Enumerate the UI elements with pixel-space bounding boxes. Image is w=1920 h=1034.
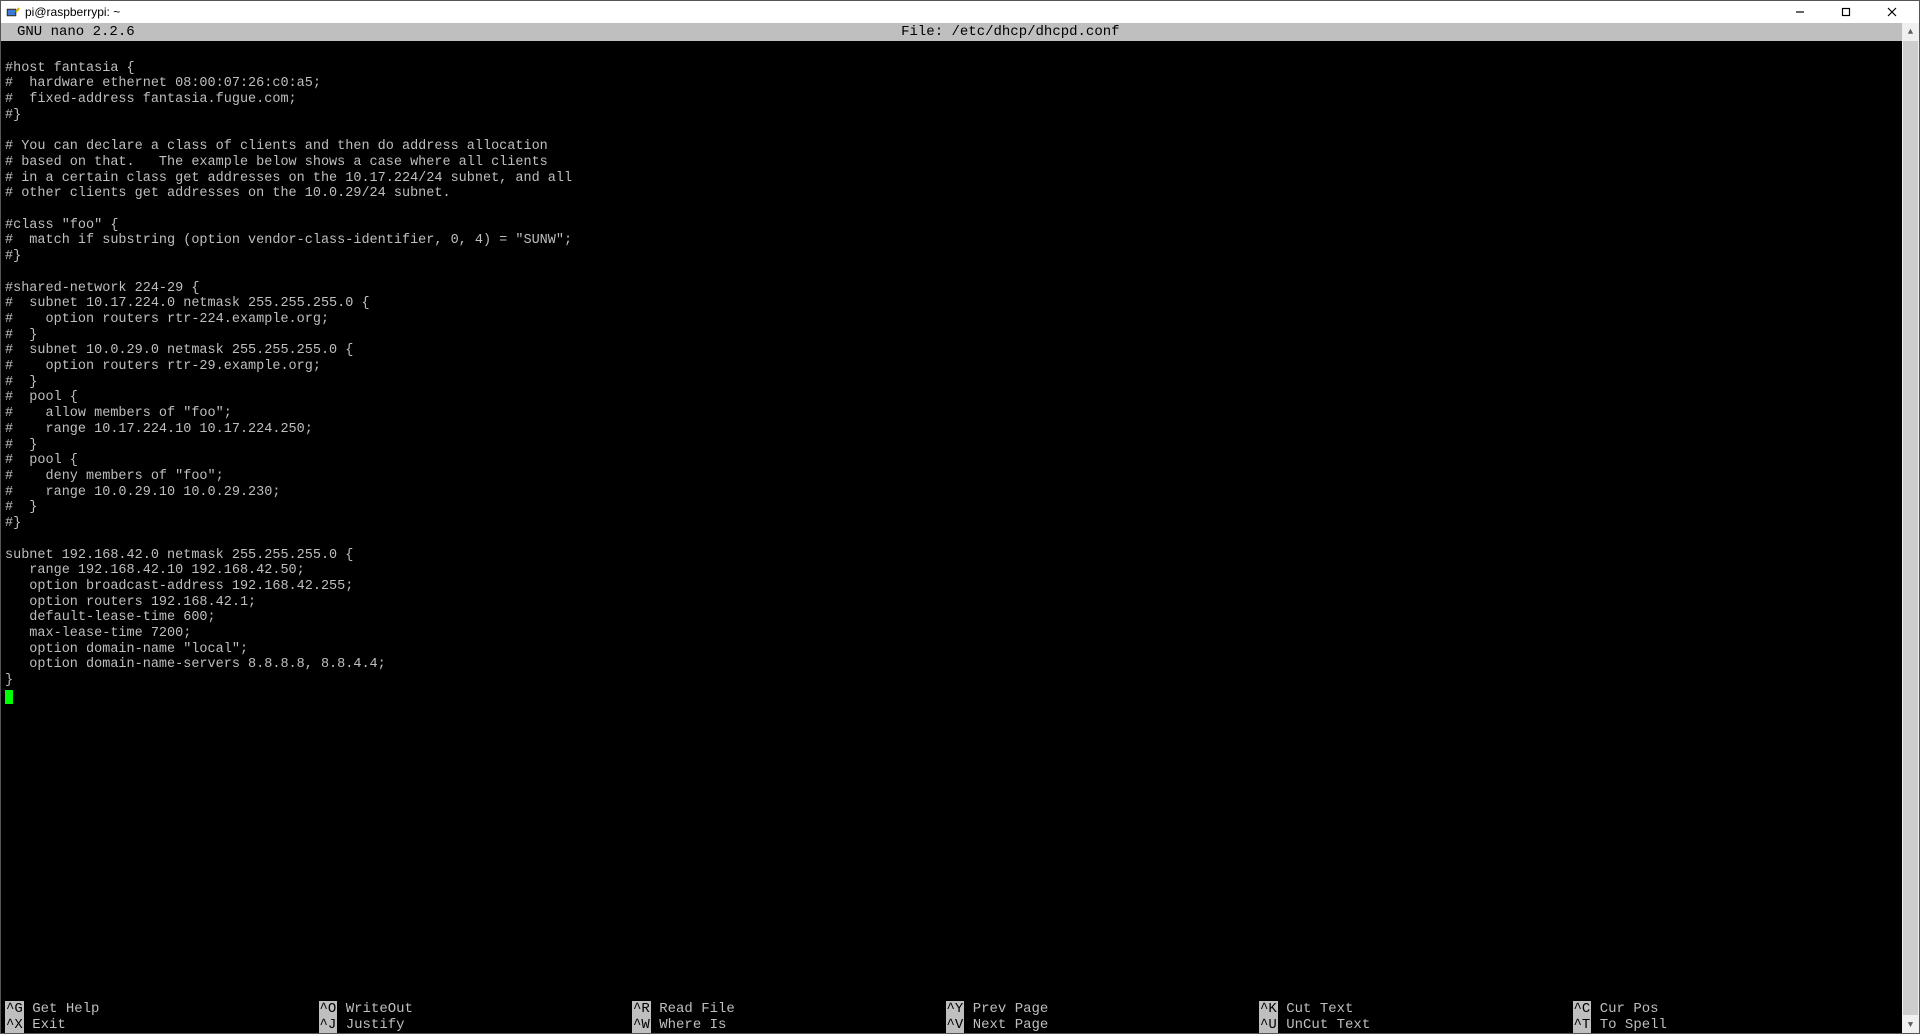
nano-shortcuts: ^G Get Help^O WriteOut^R Read File^Y Pre… (1, 1001, 1902, 1033)
minimize-button[interactable] (1777, 1, 1823, 23)
shortcut-label: Get Help (24, 1001, 100, 1017)
shortcut-key: ^C (1573, 1001, 1592, 1017)
shortcut-item: ^Y Prev Page (946, 1001, 1260, 1017)
terminal-inner: GNU nano 2.2.6 File: /etc/dhcp/dhcpd.con… (1, 23, 1902, 1033)
shortcut-key: ^J (319, 1017, 338, 1033)
terminal-area[interactable]: GNU nano 2.2.6 File: /etc/dhcp/dhcpd.con… (1, 23, 1919, 1033)
shortcut-key: ^U (1259, 1017, 1278, 1033)
shortcut-item: ^J Justify (319, 1017, 633, 1033)
cursor (5, 690, 13, 704)
shortcut-item: ^V Next Page (946, 1017, 1260, 1033)
shortcut-item: ^U UnCut Text (1259, 1017, 1573, 1033)
titlebar[interactable]: pi@raspberrypi: ~ (1, 1, 1919, 23)
shortcut-item: ^C Cur Pos (1573, 1001, 1887, 1017)
maximize-button[interactable] (1823, 1, 1869, 23)
window-frame: pi@raspberrypi: ~ GNU nano 2.2.6 File: /… (0, 0, 1920, 1034)
shortcut-key: ^R (632, 1001, 651, 1017)
shortcut-key: ^T (1573, 1017, 1592, 1033)
shortcut-key: ^Y (946, 1001, 965, 1017)
window-title: pi@raspberrypi: ~ (25, 5, 120, 19)
shortcut-label: To Spell (1591, 1017, 1667, 1033)
shortcut-label: Exit (24, 1017, 66, 1033)
shortcut-label: Read File (651, 1001, 735, 1017)
shortcut-item: ^R Read File (632, 1001, 946, 1017)
scroll-down-icon[interactable]: ▼ (1902, 1016, 1919, 1033)
shortcut-label: WriteOut (337, 1001, 413, 1017)
shortcut-label: Cut Text (1278, 1001, 1354, 1017)
shortcut-label: Next Page (964, 1017, 1048, 1033)
nano-header: GNU nano 2.2.6 File: /etc/dhcp/dhcpd.con… (1, 23, 1902, 41)
shortcut-item: ^O WriteOut (319, 1001, 633, 1017)
shortcut-label: UnCut Text (1278, 1017, 1370, 1033)
shortcut-label: Prev Page (964, 1001, 1048, 1017)
shortcut-item: ^T To Spell (1573, 1017, 1887, 1033)
editor-content[interactable]: #host fantasia { # hardware ethernet 08:… (1, 41, 1902, 1001)
shortcut-key: ^K (1259, 1001, 1278, 1017)
nano-version: GNU nano 2.2.6 (1, 23, 135, 41)
shortcut-key: ^O (319, 1001, 338, 1017)
shortcut-key: ^V (946, 1017, 965, 1033)
nano-file: File: /etc/dhcp/dhcpd.conf (135, 23, 1886, 41)
shortcut-label: Where Is (651, 1017, 727, 1033)
shortcut-key: ^X (5, 1017, 24, 1033)
shortcut-key: ^W (632, 1017, 651, 1033)
shortcut-item: ^K Cut Text (1259, 1001, 1573, 1017)
scrollbar[interactable]: ▲ ▼ (1902, 23, 1919, 1033)
putty-icon (5, 4, 21, 20)
shortcut-item: ^W Where Is (632, 1017, 946, 1033)
shortcut-label: Cur Pos (1591, 1001, 1658, 1017)
shortcut-key: ^G (5, 1001, 24, 1017)
scrollbar-thumb[interactable] (1903, 41, 1918, 1015)
shortcut-item: ^G Get Help (5, 1001, 319, 1017)
scroll-up-icon[interactable]: ▲ (1902, 23, 1919, 40)
window-controls (1777, 1, 1915, 23)
shortcut-label: Justify (337, 1017, 404, 1033)
close-button[interactable] (1869, 1, 1915, 23)
shortcut-item: ^X Exit (5, 1017, 319, 1033)
